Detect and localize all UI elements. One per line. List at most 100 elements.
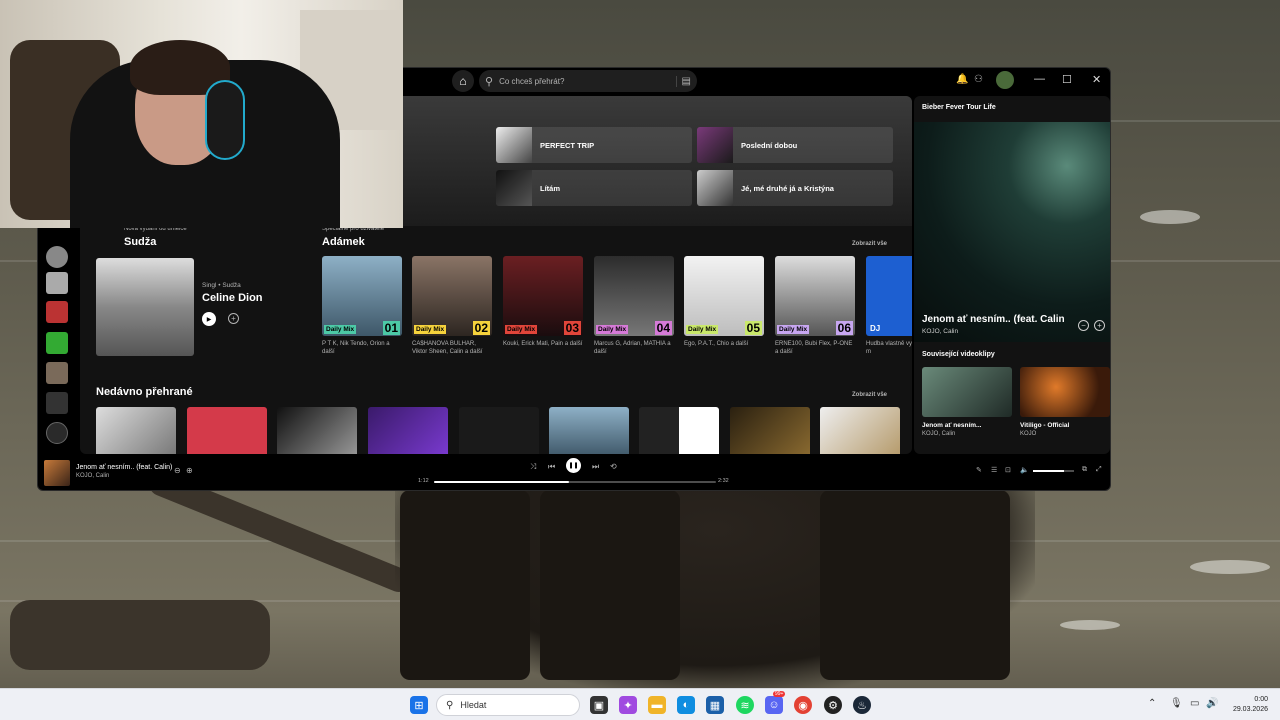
user-avatar[interactable]	[996, 71, 1014, 89]
previous-icon[interactable]: ⏮	[548, 462, 555, 472]
shuffle-icon[interactable]: ⤨	[530, 462, 536, 472]
remove-icon[interactable]: −	[1078, 320, 1089, 331]
edge-icon[interactable]: ◐	[677, 696, 695, 714]
quick-pick-art	[496, 127, 532, 163]
related-clip[interactable]: Jenom ať nesním... KOJO, Calin	[922, 367, 1012, 437]
recent-card[interactable]	[820, 407, 900, 454]
recent-card[interactable]	[368, 407, 448, 454]
recent-title[interactable]: Nedávno přehrané	[96, 386, 193, 398]
library-item[interactable]	[46, 246, 68, 268]
discord-icon[interactable]: ☺	[765, 696, 783, 714]
now-playing-artist[interactable]: KOJO, Calin	[76, 473, 109, 479]
taskbar-search[interactable]: ⚲ Hledat	[436, 694, 580, 716]
daily-mix-cover: Daily Mix 06	[775, 256, 855, 336]
queue-icon[interactable]: ☰	[991, 466, 997, 474]
quick-pick-card[interactable]: Jé, mé druhé já a Kristýna	[697, 170, 893, 206]
made-for-title[interactable]: Adámek	[322, 236, 365, 248]
quick-pick-card[interactable]: Lítám	[496, 170, 692, 206]
daily-mix-card[interactable]: Daily Mix 02 CA$HANOVA BULHAR, Viktor Sh…	[412, 256, 492, 356]
now-playing-title[interactable]: Jenom ať nesním.. (feat. Calin)	[76, 464, 172, 471]
microphone-icon[interactable]: 🎙	[1170, 698, 1183, 709]
recent-card[interactable]	[187, 407, 267, 454]
library-item[interactable]	[46, 362, 68, 384]
play-button[interactable]: ▶	[202, 312, 216, 326]
daily-mix-card[interactable]: Daily Mix 03 Kouki, Erick Mati, Pain a d…	[503, 256, 583, 348]
recent-card[interactable]	[639, 407, 719, 454]
daily-mix-desc: Kouki, Erick Mati, Pain a další	[503, 341, 583, 347]
connect-device-icon[interactable]: ⊡	[1005, 466, 1011, 474]
maximize-icon[interactable]: ☐	[1062, 73, 1072, 86]
quick-pick-card[interactable]: PERFECT TRIP	[496, 127, 692, 163]
daily-mix-label: Daily Mix	[505, 325, 538, 334]
dj-card[interactable]: DJ Hudba vlastně vybraná tvým m	[866, 256, 912, 356]
total-time: 2:32	[718, 478, 729, 484]
now-playing-art[interactable]	[44, 460, 70, 486]
volume-icon[interactable]: 🔊	[1206, 698, 1218, 709]
miniplayer-icon[interactable]: ⧉	[1082, 466, 1087, 474]
progress-bar[interactable]	[434, 481, 716, 483]
recent-card[interactable]	[730, 407, 810, 454]
store-icon[interactable]: ▦	[706, 696, 724, 714]
steam-alt-icon[interactable]: ⚙	[824, 696, 842, 714]
network-icon[interactable]: ▭	[1190, 698, 1199, 709]
add-icon[interactable]: ⊕	[186, 466, 193, 475]
library-item[interactable]	[46, 301, 68, 323]
steam-icon[interactable]: ♨	[853, 696, 871, 714]
pause-button[interactable]: ❚❚	[566, 458, 581, 473]
related-clip[interactable]: Vitiligo - Official KOJO	[1020, 367, 1110, 437]
daily-mix-card[interactable]: Daily Mix 01 P T K, Nik Tendo, Orion a d…	[322, 256, 402, 356]
quick-pick-card[interactable]: Poslední dobou	[697, 127, 893, 163]
add-icon[interactable]: +	[228, 313, 239, 324]
library-item[interactable]	[46, 272, 68, 294]
chrome-icon[interactable]: ◉	[794, 696, 812, 714]
recent-card[interactable]	[549, 407, 629, 454]
daily-mix-cover: Daily Mix 03	[503, 256, 583, 336]
remove-icon[interactable]: ⊖	[174, 466, 181, 475]
file-explorer-icon[interactable]: ▬	[648, 696, 666, 714]
volume-icon[interactable]: 🔈	[1020, 466, 1029, 474]
now-playing-panel: Bieber Fever Tour Life Jenom ať nesním..…	[914, 96, 1110, 454]
copilot-icon[interactable]: ✦	[619, 696, 637, 714]
panel-artist[interactable]: KOJO, Calin	[922, 328, 958, 335]
now-playing-view-icon[interactable]: ✎	[976, 466, 982, 474]
new-release-title[interactable]: Celine Dion	[202, 292, 263, 304]
new-release-cover[interactable]	[96, 258, 194, 356]
show-all-link[interactable]: Zobrazit vše	[852, 241, 887, 247]
library-item[interactable]	[46, 422, 68, 444]
start-icon[interactable]: ⊞	[410, 696, 428, 714]
daily-mix-desc: P T K, Nik Tendo, Orion a další	[322, 341, 390, 356]
webcam-overlay	[0, 0, 403, 228]
new-release-artist[interactable]: Sudža	[124, 236, 156, 248]
repeat-icon[interactable]: ⟲	[610, 462, 617, 471]
recent-card[interactable]	[459, 407, 539, 454]
panel-title[interactable]: Bieber Fever Tour Life	[922, 104, 996, 111]
library-item[interactable]	[46, 392, 68, 414]
add-icon[interactable]: +	[1094, 320, 1105, 331]
search-input[interactable]: ⚲ Co chceš přehrát? ▤	[479, 70, 697, 92]
friend-activity-icon[interactable]: ⚇	[974, 74, 983, 85]
clock[interactable]: 0:00 29.03.2026	[1233, 695, 1268, 715]
spotify-icon[interactable]: ≋	[736, 696, 754, 714]
panel-song[interactable]: Jenom ať nesním.. (feat. Calin	[922, 314, 1065, 325]
task-view-icon[interactable]: ▣	[590, 696, 608, 714]
recent-card[interactable]	[277, 407, 357, 454]
daily-mix-card[interactable]: Daily Mix 06 ERNE100, Bubi Flex, P-ONE a…	[775, 256, 855, 356]
new-release-meta: Singl • Sudža	[202, 282, 241, 289]
browse-icon[interactable]: ▤	[675, 75, 691, 87]
volume-slider[interactable]	[1033, 470, 1074, 472]
daily-mix-card[interactable]: Daily Mix 05 Ego, P.A.T., Chio a další	[684, 256, 764, 348]
library-item[interactable]	[46, 332, 68, 354]
show-all-link[interactable]: Zobrazit vše	[852, 392, 887, 398]
next-icon[interactable]: ⏭	[592, 462, 599, 472]
fullscreen-icon[interactable]: ⤢	[1096, 466, 1102, 474]
clock-time: 0:00	[1254, 696, 1268, 703]
minimize-icon[interactable]: —	[1034, 73, 1045, 85]
search-icon: ⚲	[446, 699, 454, 711]
recent-card[interactable]	[96, 407, 176, 454]
chevron-up-icon[interactable]: ⌃	[1148, 698, 1156, 709]
close-icon[interactable]: ✕	[1092, 73, 1101, 86]
notifications-icon[interactable]: 🔔	[956, 74, 968, 85]
daily-mix-card[interactable]: Daily Mix 04 Marcus G, Adrian, MATHIA a …	[594, 256, 674, 356]
search-placeholder: Co chceš přehrát?	[499, 76, 565, 86]
home-button[interactable]: ⌂	[452, 70, 474, 92]
